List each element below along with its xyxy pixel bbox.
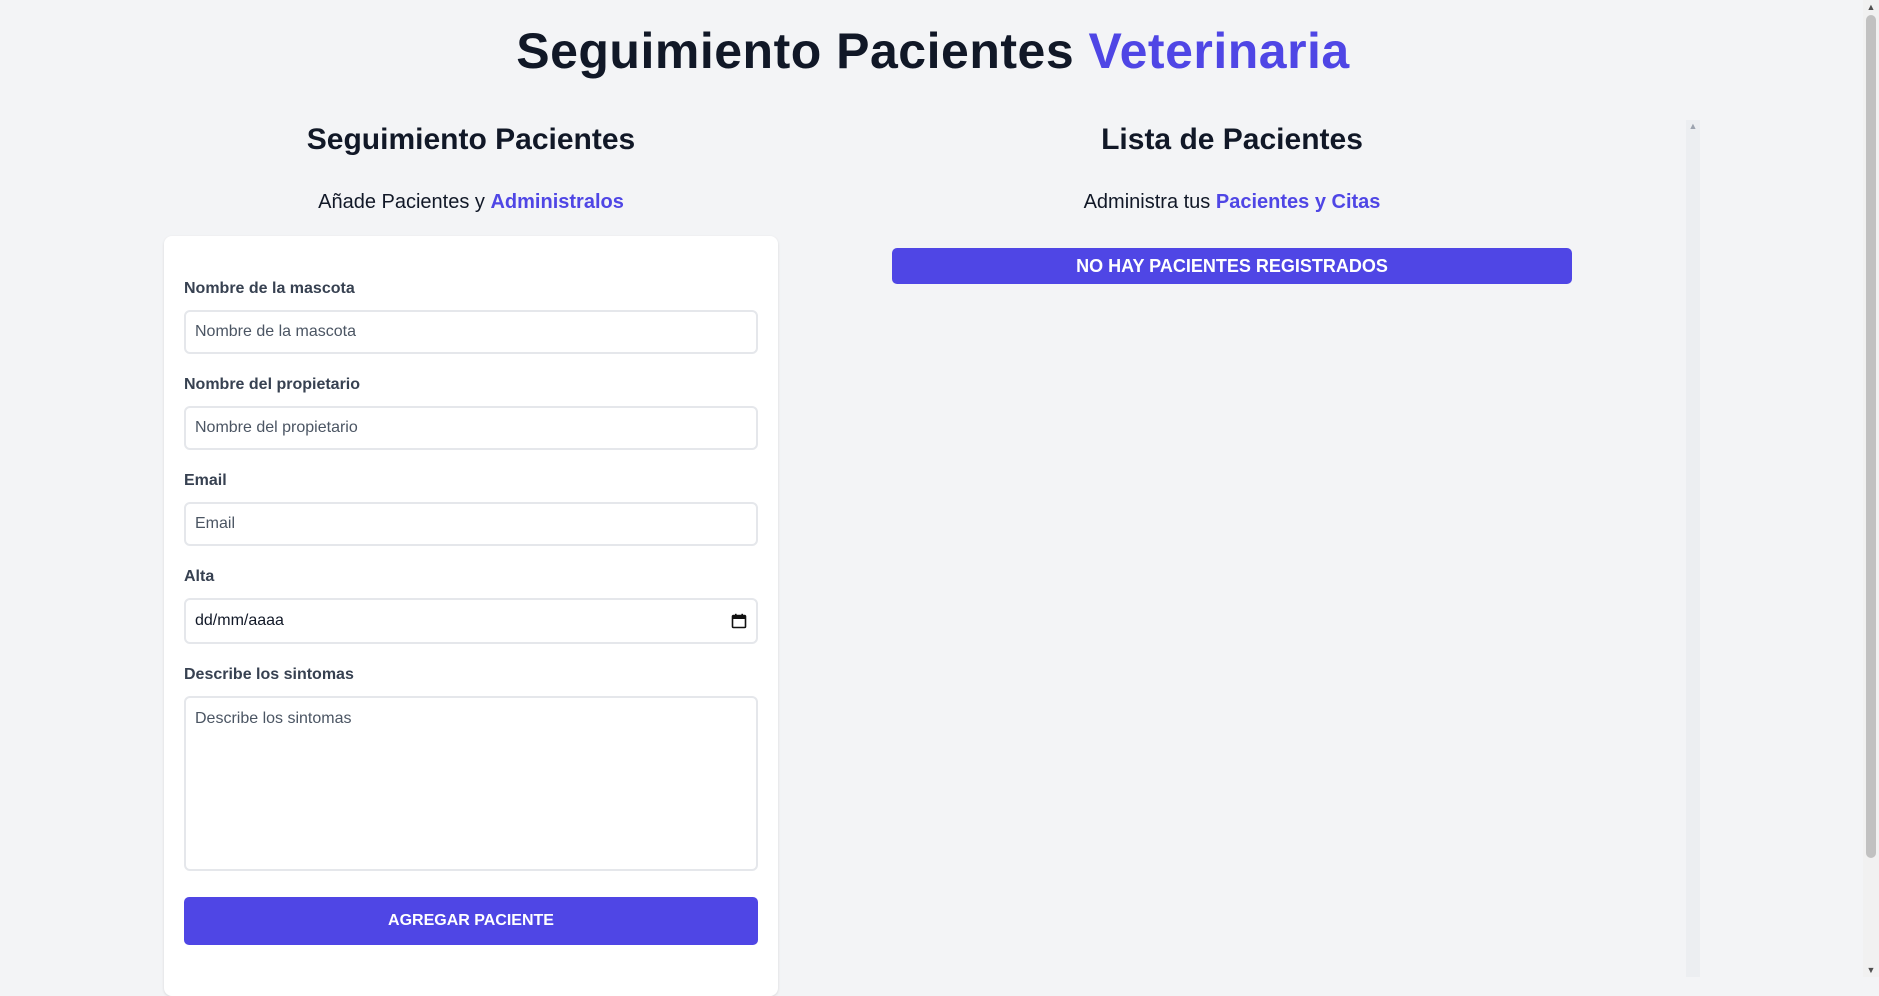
patient-list-section: Lista de Pacientes Administra tus Pacien… bbox=[892, 120, 1572, 284]
caret-up-icon[interactable]: ▲ bbox=[1686, 120, 1700, 132]
owner-name-input[interactable] bbox=[184, 406, 758, 450]
form-subheading: Añade Pacientes y Administralos bbox=[164, 190, 778, 214]
symptoms-textarea[interactable] bbox=[184, 696, 758, 871]
owner-name-label: Nombre del propietario bbox=[184, 376, 361, 393]
list-subheading-text: Administra tus bbox=[1083, 191, 1211, 213]
form-subheading-text: Añade Pacientes y bbox=[318, 191, 485, 213]
list-subheading-accent: Pacientes y Citas bbox=[1215, 191, 1381, 213]
owner-name-group: Nombre del propietario bbox=[184, 375, 758, 450]
window-scrollbar[interactable]: ▲ ▼ bbox=[1863, 0, 1879, 977]
form-heading: Seguimiento Pacientes bbox=[306, 123, 636, 156]
pet-name-label: Nombre de la mascota bbox=[184, 280, 355, 297]
discharge-date-label: Alta bbox=[184, 568, 215, 585]
pet-name-input[interactable] bbox=[184, 310, 758, 354]
add-patient-button[interactable]: AGREGAR PACIENTE bbox=[184, 897, 758, 945]
email-group: Email bbox=[184, 471, 758, 546]
email-label: Email bbox=[184, 472, 227, 489]
patient-list-scrollbar[interactable]: ▲ bbox=[1686, 120, 1700, 977]
patient-form: Nombre de la mascota Nombre del propieta… bbox=[164, 236, 778, 996]
symptoms-group: Describe los sintomas bbox=[184, 665, 758, 871]
symptoms-label: Describe los sintomas bbox=[184, 666, 354, 683]
email-input[interactable] bbox=[184, 502, 758, 546]
empty-list-banner: NO HAY PACIENTES REGISTRADOS bbox=[892, 248, 1572, 284]
page-title: Seguimiento Pacientes Veterinaria bbox=[0, 22, 1866, 80]
form-section: Seguimiento Pacientes Añade Pacientes y … bbox=[164, 120, 778, 996]
discharge-date-input[interactable]: dd/mm/aaaa bbox=[184, 598, 758, 644]
form-subheading-accent: Administralos bbox=[490, 191, 624, 213]
discharge-date-group: Alta dd/mm/aaaa bbox=[184, 567, 758, 644]
scrollbar-thumb[interactable] bbox=[1866, 15, 1876, 858]
caret-up-icon[interactable]: ▲ bbox=[1863, 0, 1879, 14]
discharge-date-value: dd/mm/aaaa bbox=[195, 612, 284, 629]
list-heading: Lista de Pacientes bbox=[1101, 123, 1363, 156]
list-subheading: Administra tus Pacientes y Citas bbox=[892, 190, 1572, 214]
caret-down-icon[interactable]: ▼ bbox=[1863, 963, 1879, 977]
calendar-icon[interactable] bbox=[731, 613, 747, 629]
pet-name-group: Nombre de la mascota bbox=[184, 279, 758, 354]
page-title-accent: Veterinaria bbox=[1088, 23, 1350, 79]
page-title-main: Seguimiento Pacientes bbox=[516, 23, 1075, 79]
